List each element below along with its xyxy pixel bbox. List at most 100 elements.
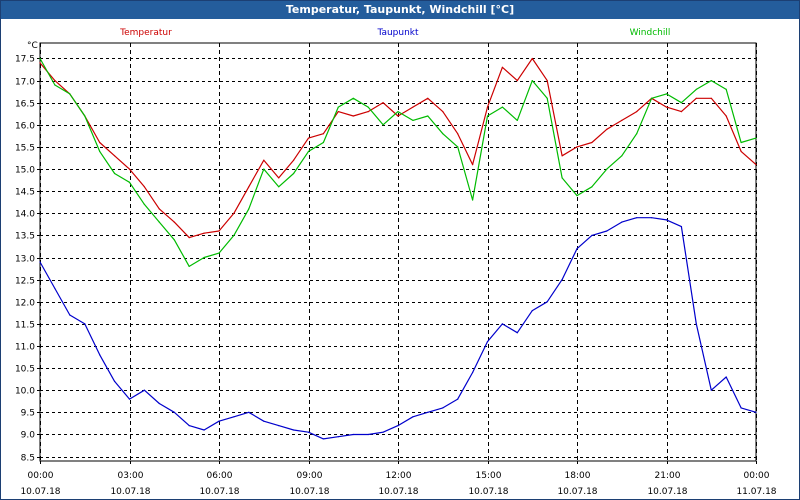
data-point-temperatur (606, 128, 608, 130)
data-point-taupunkt (621, 221, 623, 223)
data-point-windchill (740, 141, 742, 144)
data-point-windchill (651, 97, 653, 99)
data-point-windchill (427, 115, 429, 117)
data-point-temperatur (710, 97, 712, 99)
data-point-windchill (143, 203, 145, 205)
data-point-windchill (710, 80, 712, 82)
data-point-taupunkt (695, 323, 697, 325)
data-point-windchill (680, 102, 683, 104)
data-point-taupunkt (486, 341, 489, 343)
data-point-windchill (322, 141, 324, 144)
data-point-windchill (263, 168, 265, 170)
y-tick-label: 14.0 (15, 210, 35, 220)
legend-taupunkt: Taupunkt (376, 28, 419, 38)
data-point-taupunkt (710, 389, 712, 391)
y-tick-label: 9.5 (21, 409, 35, 419)
data-point-windchill (128, 181, 131, 183)
x-tick-date-label: 10.07.18 (110, 487, 150, 497)
data-point-taupunkt (412, 416, 414, 418)
y-tick-label: 13.5 (15, 232, 35, 242)
x-tick-time-label: 00:00 (744, 471, 770, 481)
data-point-taupunkt (740, 407, 742, 409)
data-point-windchill (173, 239, 175, 241)
legend-temperatur: Temperatur (119, 28, 172, 38)
y-axis-unit-label: °C (27, 41, 38, 51)
data-point-taupunkt (636, 217, 638, 219)
data-point-temperatur (576, 146, 578, 148)
x-tick-time-label: 12:00 (386, 471, 412, 481)
data-point-taupunkt (427, 411, 429, 413)
data-point-taupunkt (114, 380, 116, 382)
data-point-windchill (84, 115, 86, 117)
data-point-temperatur (636, 111, 638, 113)
data-point-temperatur (293, 159, 295, 161)
data-point-taupunkt (367, 433, 369, 436)
y-tick-label: 12.5 (15, 277, 35, 287)
data-point-temperatur (278, 177, 280, 179)
data-point-temperatur (457, 133, 459, 135)
data-point-windchill (591, 186, 593, 188)
data-point-temperatur (665, 106, 668, 108)
data-point-taupunkt (39, 261, 41, 263)
data-point-temperatur (725, 115, 727, 117)
data-point-temperatur (233, 212, 235, 214)
x-tick-date-label: 10.07.18 (289, 487, 329, 497)
data-point-taupunkt (233, 416, 235, 418)
data-point-windchill (695, 88, 697, 90)
y-tick-label: 8.5 (21, 454, 35, 464)
data-point-taupunkt (382, 431, 384, 433)
data-point-temperatur (114, 155, 116, 157)
data-point-taupunkt (397, 425, 399, 427)
data-point-temperatur (516, 80, 518, 82)
data-point-temperatur (755, 164, 757, 166)
data-point-temperatur (621, 119, 623, 121)
data-point-windchill (54, 84, 56, 86)
data-point-temperatur (203, 232, 205, 234)
data-point-temperatur (248, 186, 250, 188)
y-tick-label: 14.5 (15, 188, 35, 198)
data-point-taupunkt (158, 402, 160, 405)
data-point-windchill (158, 221, 160, 223)
x-tick-date-label: 10.07.18 (557, 487, 597, 497)
x-tick-time-label: 03:00 (118, 471, 144, 481)
y-tick-label: 13.0 (15, 255, 35, 265)
data-point-taupunkt (531, 310, 533, 312)
data-point-taupunkt (188, 425, 190, 427)
data-point-windchill (486, 115, 489, 117)
data-point-windchill (382, 124, 384, 126)
x-tick-time-label: 09:00 (297, 471, 323, 481)
data-point-taupunkt (248, 411, 250, 413)
data-point-taupunkt (218, 420, 220, 422)
data-point-temperatur (99, 141, 101, 144)
data-point-windchill (755, 137, 757, 139)
data-point-windchill (606, 168, 608, 170)
data-point-taupunkt (561, 279, 563, 281)
data-point-taupunkt (606, 230, 608, 232)
data-point-windchill (352, 97, 354, 99)
y-tick-label: 15.5 (15, 144, 35, 154)
x-tick-time-label: 15:00 (476, 471, 502, 481)
data-point-windchill (531, 80, 533, 82)
x-tick-date-label: 10.07.18 (468, 487, 508, 497)
chart-window: Temperatur, Taupunkt, Windchill [°C] 17.… (0, 0, 800, 500)
data-point-taupunkt (516, 332, 518, 334)
data-point-temperatur (173, 221, 175, 223)
data-point-taupunkt (576, 248, 578, 250)
data-point-taupunkt (128, 398, 131, 400)
data-point-windchill (501, 106, 503, 108)
data-point-taupunkt (546, 301, 548, 303)
y-tick-label: 17.0 (15, 78, 35, 88)
data-point-temperatur (143, 186, 145, 188)
data-point-windchill (307, 150, 310, 152)
data-point-temperatur (352, 115, 354, 117)
data-point-taupunkt (472, 371, 474, 374)
data-point-windchill (725, 88, 727, 90)
data-point-windchill (218, 252, 220, 254)
x-tick-time-label: 18:00 (565, 471, 591, 481)
data-point-temperatur (158, 208, 160, 210)
x-tick-date-label: 10.07.18 (647, 487, 687, 497)
data-point-windchill (636, 133, 638, 135)
data-point-temperatur (39, 62, 41, 64)
y-tick-label: 11.0 (15, 343, 35, 353)
data-point-taupunkt (680, 226, 683, 228)
